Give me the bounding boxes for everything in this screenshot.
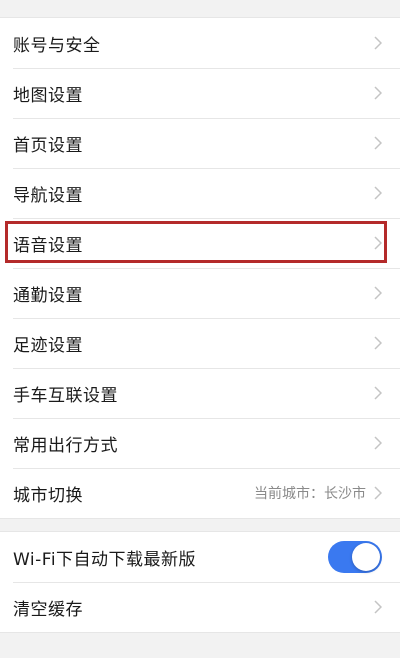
settings-page: 账号与安全 地图设置 首页设置 导航设置 语音设置 通勤设置 足迹设置 手车互联… [0, 0, 400, 658]
chevron-right-icon [374, 486, 382, 500]
row-label: 常用出行方式 [13, 435, 118, 456]
chevron-right-icon [374, 86, 382, 100]
chevron-right-icon [374, 136, 382, 150]
chevron-right-icon [374, 336, 382, 350]
toggle-knob [352, 543, 380, 571]
chevron-right-icon [374, 186, 382, 200]
chevron-right-icon [374, 286, 382, 300]
settings-row-navigation[interactable]: 导航设置 [0, 168, 400, 218]
settings-row-voice[interactable]: 语音设置 [0, 218, 400, 268]
row-label: Wi-Fi下自动下载最新版 [13, 549, 197, 570]
wifi-download-toggle[interactable] [328, 541, 382, 573]
chevron-right-icon [374, 436, 382, 450]
settings-row-account-security[interactable]: 账号与安全 [0, 18, 400, 68]
row-label: 账号与安全 [13, 35, 101, 56]
chevron-right-icon [374, 36, 382, 50]
settings-list: 账号与安全 地图设置 首页设置 导航设置 语音设置 通勤设置 足迹设置 手车互联… [0, 17, 400, 519]
settings-row-footprint[interactable]: 足迹设置 [0, 318, 400, 368]
row-label: 足迹设置 [13, 335, 83, 356]
row-label: 语音设置 [13, 235, 83, 256]
current-city-value: 当前城市：长沙市 [254, 486, 366, 502]
row-label: 手车互联设置 [13, 385, 118, 406]
settings-row-wifi-download: Wi-Fi下自动下载最新版 [0, 532, 400, 582]
settings-row-city-switch[interactable]: 城市切换 当前城市：长沙市 [0, 468, 400, 518]
settings-row-commute[interactable]: 通勤设置 [0, 268, 400, 318]
storage-list: Wi-Fi下自动下载最新版 清空缓存 [0, 531, 400, 633]
row-label: 城市切换 [13, 485, 83, 506]
row-label: 通勤设置 [13, 285, 83, 306]
chevron-right-icon [374, 386, 382, 400]
chevron-right-icon [374, 600, 382, 614]
settings-row-travel-mode[interactable]: 常用出行方式 [0, 418, 400, 468]
settings-row-phone-car-link[interactable]: 手车互联设置 [0, 368, 400, 418]
row-label: 地图设置 [13, 85, 83, 106]
settings-row-map[interactable]: 地图设置 [0, 68, 400, 118]
chevron-right-icon [374, 236, 382, 250]
row-label: 首页设置 [13, 135, 83, 156]
settings-row-clear-cache[interactable]: 清空缓存 [0, 582, 400, 632]
row-label: 导航设置 [13, 185, 83, 206]
row-label: 清空缓存 [13, 599, 83, 620]
settings-row-homepage[interactable]: 首页设置 [0, 118, 400, 168]
